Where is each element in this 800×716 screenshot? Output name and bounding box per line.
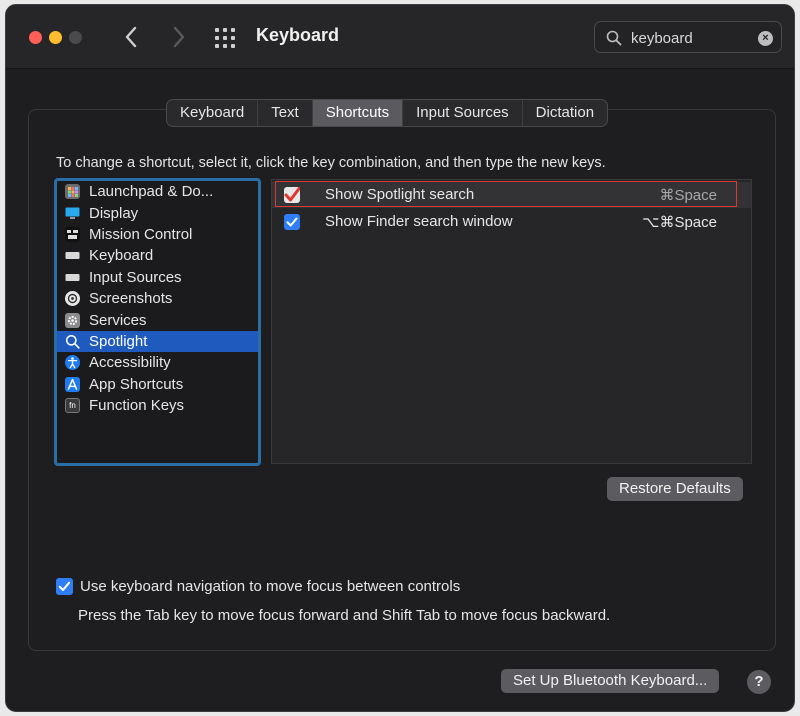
fn-key-icon: fn	[65, 398, 80, 414]
app-store-icon	[65, 376, 80, 392]
spotlight-search-icon	[65, 334, 80, 349]
launchpad-icon	[65, 184, 80, 200]
search-icon	[606, 30, 622, 46]
checkmark-icon	[58, 581, 70, 591]
sidebar-item-label: Display	[89, 204, 139, 222]
sidebar-item-screenshots[interactable]: Screenshots	[57, 288, 258, 309]
tab-dictation[interactable]: Dictation	[523, 100, 607, 126]
shortcut-keys[interactable]: ⌥⌘Space	[642, 213, 717, 231]
sidebar-item-services[interactable]: Services	[57, 309, 258, 330]
accessibility-icon	[65, 355, 80, 371]
sidebar-item-label: Input Sources	[89, 268, 182, 286]
mission-control-icon	[65, 226, 80, 242]
instruction-text: To change a shortcut, select it, click t…	[56, 155, 606, 171]
keyboard-navigation-hint: Press the Tab key to move focus forward …	[78, 607, 611, 624]
checkmark-icon	[286, 217, 298, 227]
shortcut-category-list: Launchpad & Do... Display Mission Contro…	[54, 178, 261, 466]
restore-defaults-button[interactable]: Restore Defaults	[607, 477, 743, 501]
sidebar-item-label: Accessibility	[89, 354, 171, 372]
close-window-button[interactable]	[29, 31, 42, 44]
sidebar-item-label: Keyboard	[89, 247, 154, 265]
sidebar-item-display[interactable]: Display	[57, 202, 258, 223]
clear-search-icon[interactable]: ×	[758, 31, 773, 46]
show-all-button[interactable]	[214, 27, 236, 49]
tab-keyboard[interactable]: Keyboard	[167, 100, 259, 126]
sidebar-item-function-keys[interactable]: fn Function Keys	[57, 395, 258, 416]
shortcut-row[interactable]: Show Finder search window ⌥⌘Space	[272, 209, 751, 235]
sidebar-item-label: Function Keys	[89, 397, 185, 415]
help-button[interactable]: ?	[747, 670, 771, 694]
sidebar-item-label: Services	[89, 311, 147, 329]
sidebar-item-label: Launchpad & Do...	[89, 183, 214, 201]
tab-text[interactable]: Text	[258, 100, 313, 126]
sidebar-item-input-sources[interactable]: Input Sources	[57, 267, 258, 288]
checkbox[interactable]	[284, 184, 303, 203]
shortcut-row[interactable]: Show Spotlight search ⌘Space	[272, 182, 751, 208]
keyboard-preferences-window: Keyboard × Keyboard Text Shortcuts Input…	[5, 4, 795, 712]
keyboard-icon	[65, 248, 80, 263]
shortcut-list: Show Spotlight search ⌘Space Show Finder…	[271, 179, 752, 464]
display-icon	[65, 206, 80, 221]
sidebar-item-keyboard[interactable]: Keyboard	[57, 245, 258, 266]
sidebar-item-mission-control[interactable]: Mission Control	[57, 224, 258, 245]
shortcut-label: Show Finder search window	[325, 213, 513, 230]
grid-icon	[215, 28, 235, 48]
setup-bluetooth-keyboard-button[interactable]: Set Up Bluetooth Keyboard...	[501, 669, 720, 693]
tab-input-sources[interactable]: Input Sources	[403, 100, 523, 126]
checkbox[interactable]	[284, 214, 300, 230]
minimize-window-button[interactable]	[49, 31, 62, 44]
search-field[interactable]: ×	[594, 21, 782, 53]
sidebar-item-label: Mission Control	[89, 225, 193, 243]
sidebar-item-launchpad[interactable]: Launchpad & Do...	[57, 181, 258, 202]
sidebar-item-accessibility[interactable]: Accessibility	[57, 352, 258, 373]
shortcut-label: Show Spotlight search	[325, 186, 475, 203]
sidebar-item-label: App Shortcuts	[89, 375, 184, 393]
sidebar-item-spotlight[interactable]: Spotlight	[57, 330, 258, 353]
title-bar: Keyboard ×	[6, 5, 794, 69]
forward-button[interactable]	[164, 23, 192, 51]
sidebar-item-label: Screenshots	[89, 290, 173, 308]
shortcut-keys[interactable]: ⌘Space	[659, 186, 717, 204]
screenshots-icon	[65, 291, 80, 307]
keyboard-navigation-label[interactable]: Use keyboard navigation to move focus be…	[80, 578, 460, 595]
services-gear-icon	[65, 312, 80, 328]
tab-bar: Keyboard Text Shortcuts Input Sources Di…	[166, 99, 609, 127]
back-button[interactable]	[118, 23, 146, 51]
chevron-left-icon	[125, 26, 137, 48]
input-sources-icon	[65, 270, 80, 285]
sidebar-item-label: Spotlight	[89, 332, 148, 350]
keyboard-navigation-checkbox[interactable]	[56, 578, 73, 595]
search-input[interactable]	[629, 27, 747, 49]
checkmark-icon	[284, 184, 303, 202]
tab-shortcuts[interactable]: Shortcuts	[312, 100, 404, 126]
window-title: Keyboard	[256, 25, 340, 45]
sidebar-item-app-shortcuts[interactable]: App Shortcuts	[57, 374, 258, 395]
chevron-right-icon	[173, 26, 185, 48]
zoom-window-button[interactable]	[69, 31, 82, 44]
